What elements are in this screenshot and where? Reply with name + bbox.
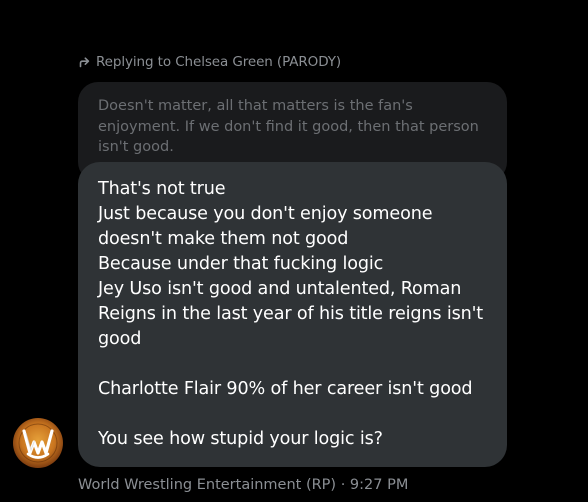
wwe-logo-icon bbox=[18, 423, 58, 463]
quoted-line: Doesn't matter, all that matters is the … bbox=[98, 98, 413, 114]
quoted-line: isn't good. bbox=[98, 139, 174, 155]
quoted-line: enjoyment. If we don't find it good, the… bbox=[98, 118, 479, 135]
message-timestamp: 9:27 PM bbox=[349, 477, 409, 493]
message-line: That's not true bbox=[98, 179, 226, 199]
meta-separator: · bbox=[340, 477, 346, 493]
message-line: good bbox=[98, 329, 142, 349]
replying-to-indicator[interactable]: Replying to Chelsea Green (PARODY) bbox=[79, 53, 341, 71]
sender-avatar[interactable] bbox=[13, 418, 63, 468]
message-line: You see how stupid your logic is? bbox=[98, 429, 383, 449]
sender-name[interactable]: World Wrestling Entertainment (RP) bbox=[78, 477, 336, 493]
message-meta: World Wrestling Entertainment (RP) · 9:2… bbox=[78, 475, 408, 495]
message-line: Jey Uso isn't good and untalented, Roman bbox=[98, 279, 462, 299]
message-line: doesn't make them not good bbox=[98, 229, 349, 249]
message-line: Because under that fucking logic bbox=[98, 254, 384, 274]
message-bubble[interactable]: That's not true Just because you don't e… bbox=[78, 162, 507, 467]
replying-to-label: Replying to Chelsea Green (PARODY) bbox=[96, 54, 342, 70]
reply-arrow-icon bbox=[79, 57, 90, 68]
message-line: Just because you don't enjoy someone bbox=[98, 204, 433, 224]
dm-conversation: Replying to Chelsea Green (PARODY) Doesn… bbox=[0, 0, 588, 502]
message-line: Reigns in the last year of his title rei… bbox=[98, 304, 484, 324]
message-line: Charlotte Flair 90% of her career isn't … bbox=[98, 379, 473, 399]
